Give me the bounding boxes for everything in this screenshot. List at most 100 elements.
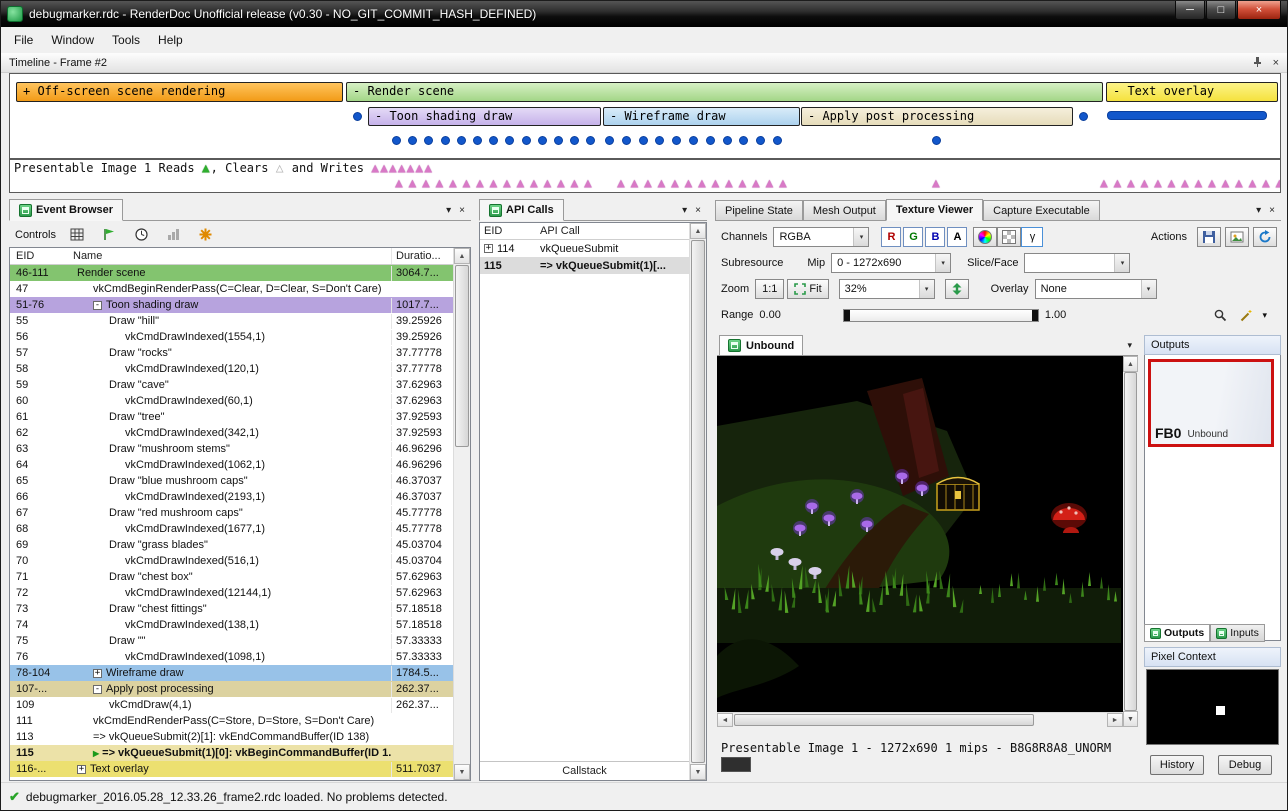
texture-canvas[interactable]: ▲ ▼ ◄ ► — [717, 356, 1138, 727]
event-row[interactable]: 57Draw "rocks"37.77778 — [10, 345, 453, 361]
event-row[interactable]: 60vkCmdDrawIndexed(60,1)37.62963 — [10, 393, 453, 409]
event-browser-scrollbar[interactable]: ▲ ▼ — [453, 248, 470, 780]
event-row[interactable]: 63Draw "mushroom stems"46.96296 — [10, 441, 453, 457]
maximize-button[interactable]: □ — [1206, 1, 1236, 20]
expander-icon[interactable]: + — [93, 669, 102, 678]
event-row[interactable]: 68vkCmdDrawIndexed(1677,1)45.77778 — [10, 521, 453, 537]
event-row[interactable]: 66vkCmdDrawIndexed(2193,1)46.37037 — [10, 489, 453, 505]
tab-inputs[interactable]: Inputs — [1210, 624, 1265, 642]
panel-close-icon[interactable]: × — [1269, 205, 1275, 216]
tab-texture-viewer[interactable]: Texture Viewer — [886, 199, 983, 221]
event-row[interactable]: 111vkCmdEndRenderPass(C=Store, D=Store, … — [10, 713, 453, 729]
overlay-dropdown[interactable]: None ▾ — [1035, 279, 1157, 299]
flip-y-button[interactable] — [945, 279, 969, 299]
fit-button[interactable]: Fit — [787, 279, 828, 299]
range-min-handle[interactable] — [844, 310, 850, 321]
scroll-up-icon[interactable]: ▲ — [690, 223, 706, 239]
event-row[interactable]: 70vkCmdDrawIndexed(516,1)45.03704 — [10, 553, 453, 569]
event-row[interactable]: 78-104+Wireframe draw1784.5... — [10, 665, 453, 681]
timeline-section-bar[interactable]: - Apply post processing — [801, 107, 1073, 126]
range-max-handle[interactable] — [1032, 310, 1038, 321]
menu-item-window[interactable]: Window — [42, 28, 103, 52]
event-row[interactable]: 46-111Render scene3064.7... — [10, 265, 453, 281]
timeline-markers[interactable]: Presentable Image 1 Reads ▲, Clears △ an… — [9, 159, 1281, 193]
event-row[interactable]: 107-...-Apply post processing262.37... — [10, 681, 453, 697]
channel-b-button[interactable]: B — [925, 227, 945, 247]
scroll-down-icon[interactable]: ▼ — [454, 764, 470, 780]
scrollbar-thumb[interactable] — [691, 240, 705, 763]
debug-button[interactable]: Debug — [1218, 755, 1272, 775]
flag-icon[interactable] — [100, 225, 120, 245]
event-row[interactable]: 47vkCmdBeginRenderPass(C=Clear, D=Clear,… — [10, 281, 453, 297]
title-bar[interactable]: debugmarker.rdc - RenderDoc Unofficial r… — [1, 1, 1287, 27]
tab-unbound[interactable]: Unbound — [719, 335, 803, 355]
history-button[interactable]: History — [1150, 755, 1204, 775]
settings-star-icon[interactable] — [196, 225, 216, 245]
texture-hscrollbar[interactable]: ◄ ► — [717, 712, 1123, 727]
timeline-section-bar[interactable]: - Text overlay — [1106, 82, 1278, 102]
callstack-section[interactable]: Callstack — [480, 761, 689, 780]
alpha-background-button[interactable] — [997, 227, 1021, 247]
zoom-range-icon[interactable] — [1210, 305, 1230, 325]
timeline-section-bar[interactable]: - Wireframe draw — [603, 107, 800, 126]
event-row[interactable]: 69Draw "grass blades"45.03704 — [10, 537, 453, 553]
event-row[interactable]: 55Draw "hill"39.25926 — [10, 313, 453, 329]
timeline-section-bar[interactable]: + Off-screen scene rendering — [16, 82, 343, 102]
api-call-row[interactable]: 115=> vkQueueSubmit(1)[... — [480, 257, 689, 274]
event-row[interactable]: 61Draw "tree"37.92593 — [10, 409, 453, 425]
scrollbar-thumb[interactable] — [455, 265, 469, 447]
expander-icon[interactable]: + — [484, 244, 493, 253]
close-button[interactable]: × — [1237, 1, 1281, 20]
api-call-row[interactable]: +114vkQueueSubmit — [480, 240, 689, 257]
zoom-dropdown[interactable]: 32% ▾ — [839, 279, 935, 299]
event-row[interactable]: 109vkCmdDraw(4,1)262.37... — [10, 697, 453, 713]
event-row[interactable]: 113=> vkQueueSubmit(2)[1]: vkEndCommandB… — [10, 729, 453, 745]
thumbnail-list-chevron-icon[interactable]: ▾ — [1127, 340, 1138, 355]
minimize-button[interactable]: ─ — [1175, 1, 1205, 20]
timeline-panel-header[interactable]: Timeline - Frame #2 × — [1, 53, 1287, 73]
color-wheel-button[interactable] — [973, 227, 997, 247]
tab-outputs[interactable]: Outputs — [1144, 624, 1210, 642]
pin-icon[interactable] — [1252, 56, 1263, 70]
panel-close-icon[interactable]: × — [459, 205, 465, 216]
channel-r-button[interactable]: R — [881, 227, 901, 247]
panel-menu-icon[interactable]: ▾ — [446, 205, 451, 216]
gamma-button[interactable]: γ — [1021, 227, 1043, 247]
scroll-down-icon[interactable]: ▼ — [1123, 711, 1138, 727]
scroll-left-icon[interactable]: ◄ — [717, 713, 733, 727]
autofit-wand-icon[interactable] — [1236, 305, 1256, 325]
scroll-up-icon[interactable]: ▲ — [454, 248, 470, 264]
event-row[interactable]: 64vkCmdDrawIndexed(1062,1)46.96296 — [10, 457, 453, 473]
timeline-section-bar[interactable]: - Toon shading draw — [368, 107, 601, 126]
event-row[interactable]: 58vkCmdDrawIndexed(120,1)37.77778 — [10, 361, 453, 377]
timeline-body[interactable]: + Off-screen scene rendering- Render sce… — [9, 73, 1281, 159]
panel-menu-icon[interactable]: ▾ — [1256, 205, 1261, 216]
tab-mesh-output[interactable]: Mesh Output — [803, 200, 886, 220]
tab-api-calls[interactable]: API Calls — [479, 199, 564, 221]
panel-close-icon[interactable]: × — [695, 205, 701, 216]
timeline-close-icon[interactable]: × — [1273, 57, 1279, 69]
event-row[interactable]: 76vkCmdDrawIndexed(1098,1)57.33333 — [10, 649, 453, 665]
menu-item-file[interactable]: File — [5, 28, 42, 52]
channel-a-button[interactable]: A — [947, 227, 967, 247]
event-row[interactable]: 74vkCmdDrawIndexed(138,1)57.18518 — [10, 617, 453, 633]
zoom-1-1-button[interactable]: 1:1 — [755, 279, 784, 299]
event-row[interactable]: 67Draw "red mushroom caps"45.77778 — [10, 505, 453, 521]
event-row[interactable]: 56vkCmdDrawIndexed(1554,1)39.25926 — [10, 329, 453, 345]
event-row[interactable]: 72vkCmdDrawIndexed(12144,1)57.62963 — [10, 585, 453, 601]
mip-dropdown[interactable]: 0 - 1272x690 ▾ — [831, 253, 951, 273]
scroll-down-icon[interactable]: ▼ — [690, 764, 706, 780]
expander-icon[interactable]: - — [93, 685, 102, 694]
scrollbar-thumb[interactable] — [734, 714, 1034, 726]
expander-icon[interactable]: - — [93, 301, 102, 310]
channel-g-button[interactable]: G — [903, 227, 923, 247]
event-row[interactable]: 62vkCmdDrawIndexed(342,1)37.92593 — [10, 425, 453, 441]
statistics-icon[interactable] — [164, 225, 184, 245]
toolbar-overflow-icon[interactable]: ▾ — [1262, 310, 1267, 321]
tab-event-browser[interactable]: Event Browser — [9, 199, 123, 221]
channels-dropdown[interactable]: RGBA ▾ — [773, 227, 869, 247]
menu-item-tools[interactable]: Tools — [103, 28, 149, 52]
columns-grid-icon[interactable] — [68, 225, 88, 245]
event-row[interactable]: 75Draw ""57.33333 — [10, 633, 453, 649]
timeline-section-bar[interactable]: - Render scene — [346, 82, 1103, 102]
